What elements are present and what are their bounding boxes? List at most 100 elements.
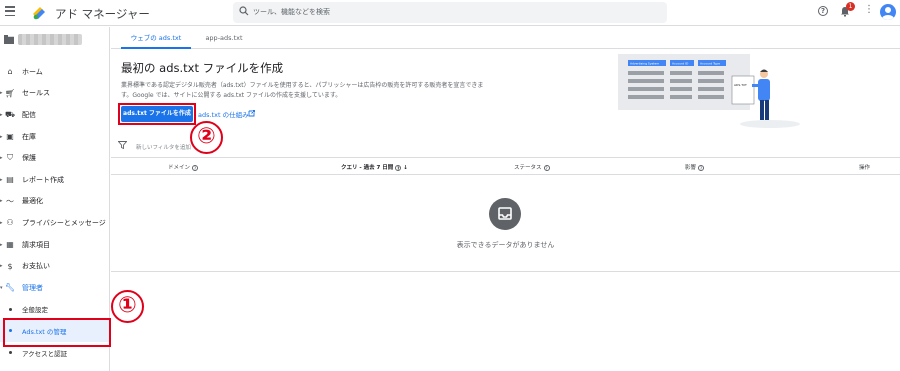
illus-header-label: Account ID bbox=[672, 62, 689, 66]
account-avatar[interactable] bbox=[880, 4, 896, 20]
sidebar-item-label: 在庫 bbox=[22, 132, 36, 141]
sidebar-item-label: お支払い bbox=[22, 262, 50, 271]
column-header-queries[interactable]: クエリ - 過去 7 日間? ↓ bbox=[341, 163, 408, 171]
column-header-label: ステータス bbox=[514, 165, 542, 171]
main-menu-button[interactable] bbox=[5, 6, 15, 16]
sidebar-subitem-general-settings[interactable]: 全般設定 bbox=[0, 299, 110, 321]
wrench-icon: 🔧︎ bbox=[4, 283, 16, 293]
annotation-highlight-sidebar bbox=[3, 318, 111, 347]
help-icon[interactable]: ? bbox=[698, 164, 705, 171]
report-icon: ▤ bbox=[6, 175, 14, 185]
cart-icon: 🛒︎ bbox=[4, 88, 16, 98]
caret-icon: ▸ bbox=[0, 133, 3, 140]
tab-web-ads-txt[interactable]: ウェブの ads.txt bbox=[121, 27, 191, 49]
annotation-marker-1: ① bbox=[111, 290, 144, 323]
ads-txt-illustration: Advertising System Account ID Account Ty… bbox=[618, 54, 800, 128]
notification-badge: 1 bbox=[846, 2, 855, 11]
sidebar-item-protection[interactable]: ▸ ⛉ 保護 bbox=[0, 147, 110, 169]
column-header-status[interactable]: ステータス? bbox=[514, 163, 550, 171]
filter-bar[interactable]: 新しいフィルタを追加 bbox=[111, 135, 900, 157]
sidebar-item-label: ホーム bbox=[22, 67, 43, 76]
sidebar-item-inventory[interactable]: ▸ ▣ 在庫 bbox=[0, 126, 110, 148]
payment-icon: $ bbox=[7, 261, 13, 271]
sidebar-item-home[interactable]: ⌂ ホーム bbox=[0, 61, 110, 83]
sidebar-item-label: セールス bbox=[22, 89, 50, 98]
filter-icon bbox=[118, 141, 127, 149]
sidebar-item-billing[interactable]: ▸ ▦ 請求項目 bbox=[0, 234, 110, 256]
top-bar: アド マネージャー ツール、機能などを検索 ? 1 ⋮ bbox=[0, 0, 900, 26]
caret-icon: ▸ bbox=[0, 263, 3, 270]
sidebar-item-admin[interactable]: ▾ 🔧︎ 管理者 bbox=[0, 277, 110, 299]
publisher-selector[interactable] bbox=[4, 33, 108, 47]
tab-app-ads-txt[interactable]: app-ads.txt bbox=[199, 27, 249, 49]
sidebar-item-payments[interactable]: ▸ $ お支払い bbox=[0, 255, 110, 277]
bullet-dot bbox=[9, 351, 12, 355]
sidebar-item-label: 管理者 bbox=[22, 283, 43, 292]
sidebar-item-label: レポート作成 bbox=[22, 175, 64, 184]
column-header-domain[interactable]: ドメイン? bbox=[168, 163, 199, 171]
shield-icon: ⛉ bbox=[7, 153, 13, 163]
caret-icon: ▸ bbox=[0, 176, 3, 183]
sidebar-subitem-label: アクセスと認証 bbox=[22, 349, 68, 358]
table-header: ドメイン? クエリ - 過去 7 日間? ↓ ステータス? 影響? 操作 bbox=[111, 157, 900, 175]
search-bar[interactable]: ツール、機能などを検索 bbox=[233, 2, 667, 23]
illus-header-label: Advertising System bbox=[630, 62, 659, 66]
app-title: アド マネージャー bbox=[55, 7, 150, 21]
filter-placeholder: 新しいフィルタを追加 bbox=[136, 145, 191, 151]
help-icon[interactable]: ? bbox=[395, 164, 402, 171]
empty-inbox-icon bbox=[489, 198, 521, 230]
caret-icon: ▸ bbox=[0, 219, 3, 226]
optimize-icon: 〜 bbox=[6, 196, 14, 206]
caret-icon: ▾ bbox=[0, 284, 3, 291]
inventory-icon: ▣ bbox=[6, 132, 14, 142]
annotation-highlight-button bbox=[118, 103, 196, 125]
caret-icon: ▸ bbox=[0, 90, 3, 97]
empty-state-text: 表示できるデータがありません bbox=[456, 241, 555, 249]
how-ads-txt-works-link[interactable]: ads.txt の仕組み bbox=[198, 109, 249, 119]
caret-icon: ▸ bbox=[0, 111, 3, 118]
illus-file-label: ADS.TXT bbox=[734, 83, 747, 87]
sidebar-item-label: 保護 bbox=[22, 154, 36, 163]
sidebar-item-delivery[interactable]: ▸ ⛟ 配信 bbox=[0, 104, 110, 126]
search-icon bbox=[239, 6, 249, 16]
external-link-icon[interactable] bbox=[248, 110, 255, 117]
column-header-label: ドメイン bbox=[168, 165, 191, 171]
column-header-label: 影響 bbox=[685, 165, 697, 171]
empty-state: 表示できるデータがありません bbox=[111, 176, 900, 272]
hero-description-line: す。Google では、サイトに公開する ads.txt ファイルの作成を支援し… bbox=[121, 92, 342, 99]
sidebar-subitem-label: 全般設定 bbox=[22, 306, 48, 315]
search-placeholder: ツール、機能などを検索 bbox=[253, 8, 330, 16]
more-vert-icon[interactable]: ⋮ bbox=[864, 4, 874, 15]
sidebar-item-label: 最適化 bbox=[22, 197, 43, 206]
caret-icon: ▸ bbox=[0, 241, 3, 248]
hero-description: 業界標準である認定デジタル販売者（ads.txt）ファイルを使用すると、パブリッ… bbox=[121, 81, 511, 101]
billing-icon: ▦ bbox=[6, 240, 14, 250]
privacy-icon: ⚇ bbox=[6, 218, 14, 228]
bullet-dot bbox=[9, 307, 12, 311]
sidebar-item-optimization[interactable]: ▸ 〜 最適化 bbox=[0, 191, 110, 213]
hero-description-line: 業界標準である認定デジタル販売者（ads.txt）ファイルを使用すると、パブリッ… bbox=[121, 82, 484, 89]
publisher-name-redacted bbox=[18, 34, 82, 45]
column-header-impact[interactable]: 影響? bbox=[685, 163, 705, 171]
sidebar-item-label: 請求項目 bbox=[22, 240, 50, 249]
building-icon bbox=[4, 35, 14, 44]
column-header-actions: 操作 bbox=[859, 165, 871, 171]
sort-arrow-down-icon: ↓ bbox=[403, 165, 408, 171]
page-title: 最初の ads.txt ファイルを作成 bbox=[121, 61, 284, 75]
home-icon: ⌂ bbox=[7, 67, 13, 77]
truck-icon: ⛟ bbox=[4, 109, 16, 119]
column-header-label: クエリ - 過去 7 日間 bbox=[341, 165, 394, 171]
caret-icon: ▸ bbox=[0, 198, 3, 205]
help-icon[interactable]: ? bbox=[543, 164, 550, 171]
sidebar-item-label: プライバシーとメッセージ bbox=[22, 218, 106, 227]
help-icon[interactable]: ? bbox=[192, 164, 199, 171]
illus-header-label: Account Type bbox=[700, 62, 720, 66]
sidebar-item-label: 配信 bbox=[22, 110, 36, 119]
sidebar-item-sales[interactable]: ▸ 🛒︎ セールス bbox=[0, 83, 110, 105]
ad-manager-logo bbox=[33, 7, 45, 20]
sidebar-item-privacy[interactable]: ▸ ⚇ プライバシーとメッセージ bbox=[0, 212, 110, 234]
help-icon[interactable]: ? bbox=[818, 6, 828, 16]
caret-icon: ▸ bbox=[0, 155, 3, 162]
sidebar-item-reports[interactable]: ▸ ▤ レポート作成 bbox=[0, 169, 110, 191]
tab-bar: ウェブの ads.txt app-ads.txt bbox=[111, 27, 900, 49]
